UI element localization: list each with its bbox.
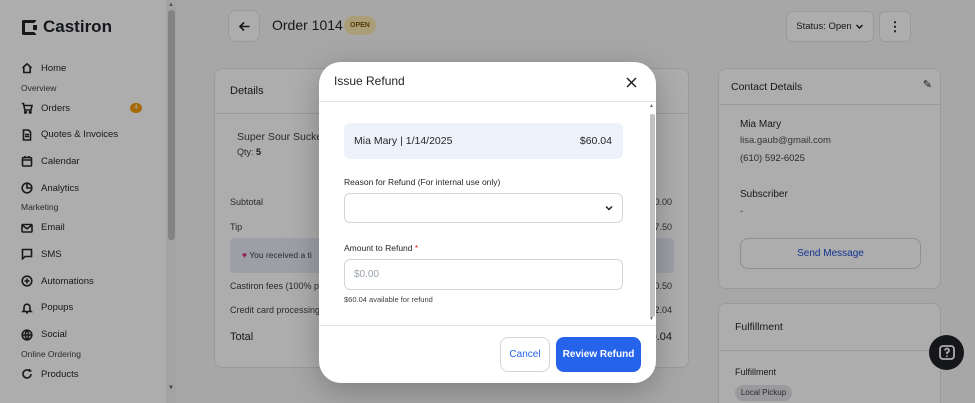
reason-label: Reason for Refund (For internal use only… xyxy=(344,177,501,187)
cancel-button[interactable]: Cancel xyxy=(500,337,550,372)
divider xyxy=(319,101,656,102)
issue-refund-modal: Issue Refund ▲ ▼ Mia Mary | 1/14/2025 $6… xyxy=(319,62,656,383)
modal-scroll-up-icon[interactable]: ▲ xyxy=(649,103,654,109)
amount-label-text: Amount to Refund xyxy=(344,243,413,253)
chevron-down-icon xyxy=(605,205,613,211)
close-icon xyxy=(625,76,637,88)
reason-select[interactable] xyxy=(344,193,623,223)
review-refund-button[interactable]: Review Refund xyxy=(556,337,641,372)
required-marker: * xyxy=(414,243,419,253)
modal-scroll-thumb[interactable] xyxy=(650,114,655,317)
amount-label: Amount to Refund * xyxy=(344,243,418,253)
modal-title: Issue Refund xyxy=(334,74,405,88)
refund-amount-input[interactable] xyxy=(344,259,623,290)
modal-scroll-down-icon[interactable]: ▼ xyxy=(649,316,654,322)
divider xyxy=(319,325,656,326)
refund-summary: Mia Mary | 1/14/2025 $60.04 xyxy=(344,123,623,159)
refund-customer-date: Mia Mary | 1/14/2025 xyxy=(354,135,453,147)
close-button[interactable] xyxy=(623,74,639,90)
available-for-refund-hint: $60.04 available for refund xyxy=(344,295,433,304)
refund-order-amount: $60.04 xyxy=(579,135,612,147)
